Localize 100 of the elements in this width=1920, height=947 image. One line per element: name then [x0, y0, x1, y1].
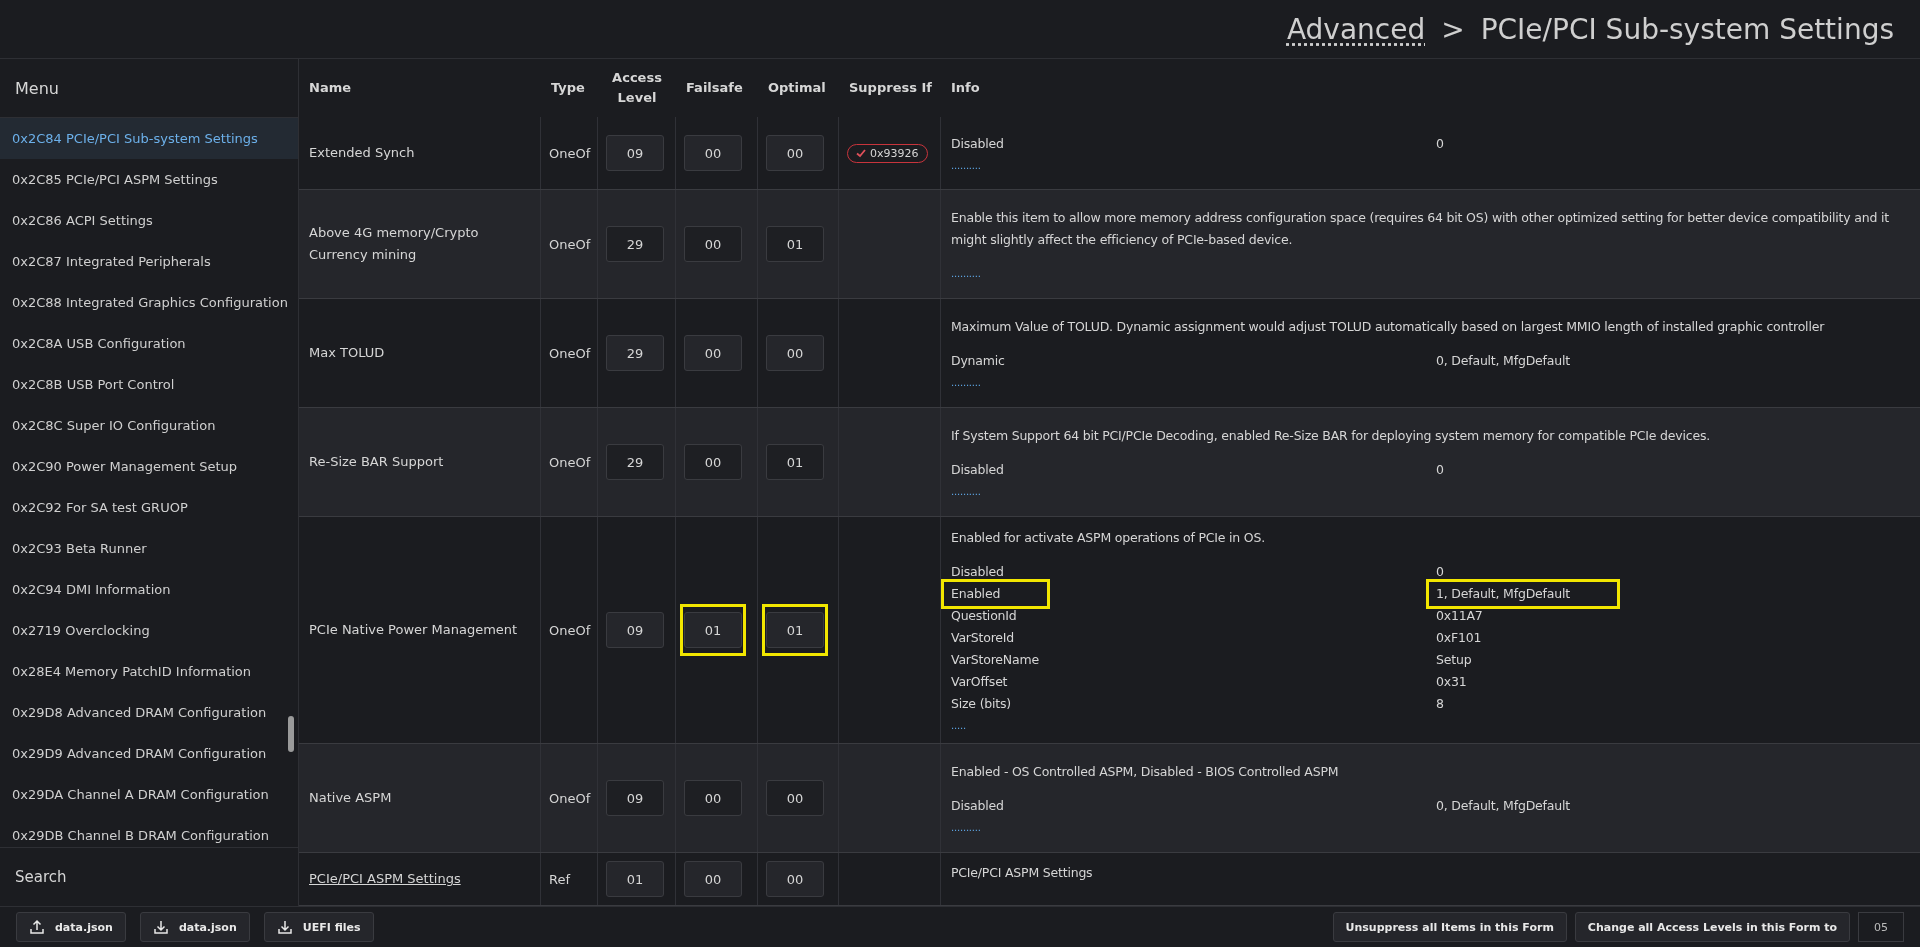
type-text: OneOf: [549, 236, 591, 252]
option-value: 0: [1436, 135, 1444, 153]
failsafe-field[interactable]: 01: [684, 612, 742, 648]
optimal-field[interactable]: 01: [766, 226, 824, 262]
menu-item[interactable]: 0x2C87 Integrated Peripherals: [0, 241, 298, 282]
more-link[interactable]: ..........: [951, 821, 1910, 835]
failsafe-field[interactable]: 00: [684, 135, 742, 171]
type-text: Ref: [549, 871, 571, 887]
menu-item[interactable]: 0x2C92 For SA test GRUOP: [0, 487, 298, 528]
more-link[interactable]: ..........: [951, 376, 1910, 390]
setting-name: Extended Synch: [309, 144, 415, 162]
setting-link[interactable]: PCIe/PCI ASPM Settings: [309, 868, 461, 890]
option-value: 0xF101: [1436, 629, 1482, 647]
more-link[interactable]: ..........: [951, 485, 1910, 499]
info-description: Enabled - OS Controlled ASPM, Disabled - BIOS Controlled ASPM: [951, 763, 1340, 781]
upload-icon: [29, 919, 45, 935]
menu-item[interactable]: 0x2719 Overclocking: [0, 610, 298, 651]
menu-item[interactable]: 0x2C90 Power Management Setup: [0, 446, 298, 487]
menu-item[interactable]: 0x2C8B USB Port Control: [0, 364, 298, 405]
option-name: QuestionId: [951, 607, 1017, 625]
menu-item[interactable]: 0x29DA Channel A DRAM Configuration: [0, 774, 298, 815]
failsafe-field[interactable]: 00: [684, 780, 742, 816]
option-name: Dynamic: [951, 352, 1005, 370]
access-level-field[interactable]: 09: [606, 135, 664, 171]
optimal-field[interactable]: 00: [766, 135, 824, 171]
change-access-button[interactable]: Change all Access Levels in this Form to: [1574, 912, 1850, 942]
menu-item[interactable]: 0x29DB Channel B DRAM Configuration: [0, 815, 298, 847]
failsafe-field[interactable]: 00: [684, 226, 742, 262]
option-name: Disabled: [951, 797, 1004, 815]
menu-item[interactable]: 0x2C94 DMI Information: [0, 569, 298, 610]
menu-item[interactable]: 0x29D9 Advanced DRAM Configuration: [0, 733, 298, 774]
optimal-field[interactable]: 00: [766, 335, 824, 371]
option-name: VarStoreId: [951, 629, 1015, 647]
info-description: If System Support 64 bit PCI/PCIe Decoding, enabled Re-Size BAR for deploying system memory for compatible PCIe devices.: [951, 427, 1711, 445]
file-button[interactable]: data.json: [139, 912, 250, 942]
failsafe-field[interactable]: 00: [684, 444, 742, 480]
option-value: Setup: [1436, 651, 1472, 669]
option-name: Size (bits): [951, 695, 1011, 713]
type-text: OneOf: [549, 622, 591, 638]
optimal-field[interactable]: 00: [766, 861, 824, 897]
menu-item[interactable]: 0x2C88 Integrated Graphics Configuration: [0, 282, 298, 323]
check-icon: [856, 148, 866, 158]
access-level-field[interactable]: 29: [606, 335, 664, 371]
type-text: OneOf: [549, 345, 591, 361]
menu-item[interactable]: 0x2C86 ACPI Settings: [0, 200, 298, 241]
info-description: Maximum Value of TOLUD. Dynamic assignment would adjust TOLUD automatically based on largest MMIO length of installed graphic controller: [951, 318, 1826, 336]
info-description: Enabled for activate ASPM operations of PCIe in OS.: [951, 529, 1266, 547]
breadcrumb-link[interactable]: Advanced: [1286, 12, 1426, 46]
search-link[interactable]: Search: [0, 847, 298, 906]
column-header: Failsafe: [685, 79, 744, 97]
type-text: OneOf: [549, 454, 591, 470]
setting-name: Above 4G memory/Crypto Currency mining: [309, 224, 480, 264]
failsafe-field[interactable]: 00: [684, 335, 742, 371]
menu-item[interactable]: 0x28E4 Memory PatchID Information: [0, 651, 298, 692]
menu-item[interactable]: 0x29D8 Advanced DRAM Configuration: [0, 692, 298, 733]
column-header: Name: [308, 79, 352, 97]
option-value: 0, Default, MfgDefault: [1436, 352, 1570, 370]
access-level-field[interactable]: 09: [606, 780, 664, 816]
column-header: Optimal: [767, 79, 827, 97]
access-level-field[interactable]: 05: [1858, 912, 1904, 942]
option-value: 0: [1436, 563, 1444, 581]
access-level-field[interactable]: 29: [606, 444, 664, 480]
unsuppress-button[interactable]: Unsuppress all Items in this Form: [1332, 912, 1567, 942]
access-level-field[interactable]: 01: [606, 861, 664, 897]
access-level-field[interactable]: 29: [606, 226, 664, 262]
info-description: PCIe/PCI ASPM Settings: [951, 864, 1094, 882]
setting-name: Max TOLUD: [309, 344, 385, 362]
option-value: 0: [1436, 461, 1444, 479]
option-name: VarStoreName: [951, 651, 1039, 669]
type-text: OneOf: [549, 790, 591, 806]
page-title: PCIe/PCI Sub-system Settings: [1480, 12, 1894, 46]
setting-name: Native ASPM: [309, 789, 392, 807]
breadcrumb-separator: >: [1441, 12, 1465, 46]
optimal-field[interactable]: 00: [766, 780, 824, 816]
option-name: VarOffset: [951, 673, 1008, 691]
optimal-field[interactable]: 01: [766, 612, 824, 648]
optimal-field[interactable]: 01: [766, 444, 824, 480]
option-value: 0x11A7: [1436, 607, 1483, 625]
download-icon: [152, 919, 169, 935]
failsafe-field[interactable]: 00: [684, 861, 742, 897]
menu-item[interactable]: 0x2C8C Super IO Configuration: [0, 405, 298, 446]
menu-item[interactable]: 0x2C8A USB Configuration: [0, 323, 298, 364]
info-description: Enable this item to allow more memory address configuration space (requires 64 bit OS) with other optimized setting for better device compatibility and it might slightly affect the efficiency of PCIe-based device.: [951, 209, 1890, 249]
more-link[interactable]: ..........: [951, 159, 1910, 173]
scrollbar-thumb[interactable]: [288, 716, 294, 752]
setting-name: Re-Size BAR Support: [309, 453, 444, 471]
option-value: 0x31: [1436, 673, 1467, 691]
download-icon: [276, 919, 293, 935]
option-name: Disabled: [951, 563, 1004, 581]
menu-item[interactable]: 0x2C85 PCIe/PCI ASPM Settings: [0, 159, 298, 200]
more-link[interactable]: ..........: [951, 267, 1910, 281]
more-link[interactable]: .....: [951, 719, 1910, 733]
column-header: Type: [550, 79, 586, 97]
file-button[interactable]: UEFI files: [263, 912, 374, 942]
option-name: Disabled: [951, 461, 1004, 479]
menu-item[interactable]: 0x2C84 PCIe/PCI Sub-system Settings: [0, 118, 298, 159]
type-text: OneOf: [549, 145, 591, 161]
access-level-field[interactable]: 09: [606, 612, 664, 648]
file-button[interactable]: data.json: [16, 912, 126, 942]
menu-item[interactable]: 0x2C93 Beta Runner: [0, 528, 298, 569]
